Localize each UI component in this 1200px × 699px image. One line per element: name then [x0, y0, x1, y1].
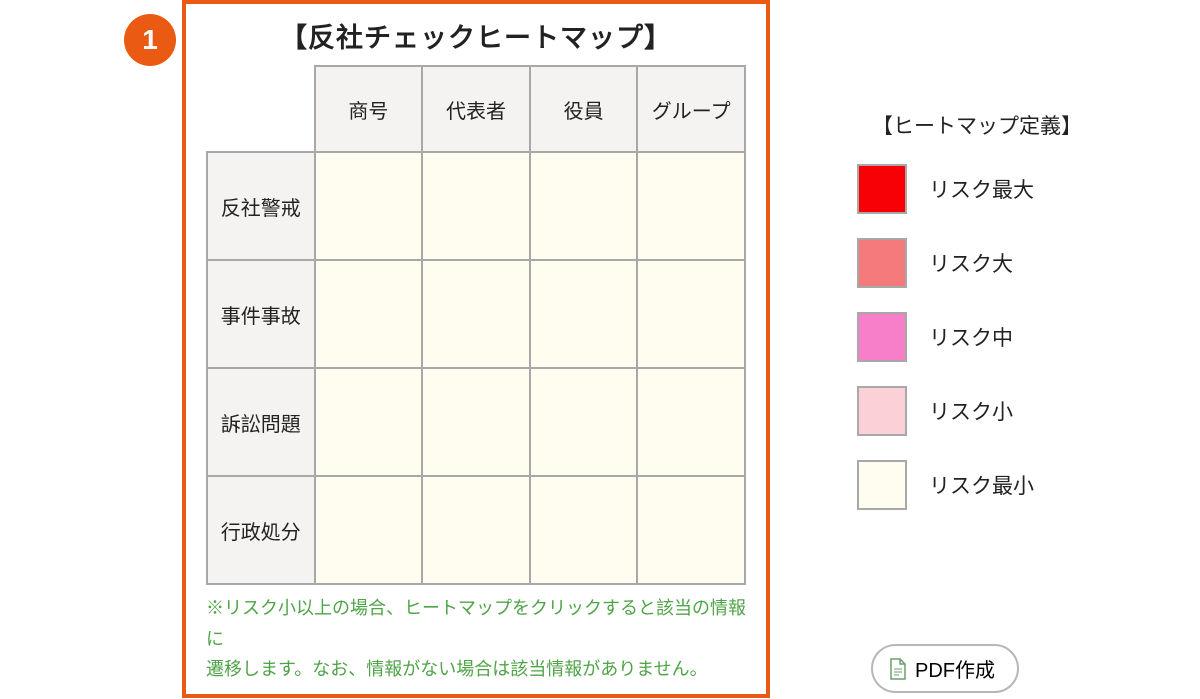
legend-item: リスク中	[847, 312, 1107, 362]
col-header: 商号	[315, 66, 423, 152]
col-header: グループ	[637, 66, 745, 152]
heatmap-cell[interactable]	[315, 476, 423, 584]
heatmap-cell[interactable]	[530, 476, 638, 584]
heatmap-corner	[207, 66, 315, 152]
stage: 1 【反社チェックヒートマップ】 商号 代表者 役員 グループ 反社警戒 事件事…	[0, 0, 1200, 699]
heatmap-title: 【反社チェックヒートマップ】	[206, 16, 746, 55]
heatmap-cell[interactable]	[637, 476, 745, 584]
pdf-button-label: PDF作成	[915, 654, 995, 683]
legend-swatch	[857, 386, 907, 436]
legend-item: リスク最大	[847, 164, 1107, 214]
heatmap-cell[interactable]	[530, 260, 638, 368]
heatmap-cell[interactable]	[315, 152, 423, 260]
legend-title: 【ヒートマップ定義】	[847, 110, 1107, 140]
heatmap-cell[interactable]	[422, 368, 530, 476]
row-header: 反社警戒	[207, 152, 315, 260]
heatmap-note: ※リスク小以上の場合、ヒートマップをクリックすると該当の情報に 遷移します。なお…	[206, 593, 746, 685]
legend-swatch	[857, 312, 907, 362]
heatmap-cell[interactable]	[422, 152, 530, 260]
heatmap-cell[interactable]	[530, 152, 638, 260]
legend-item: リスク小	[847, 386, 1107, 436]
legend-swatch	[857, 164, 907, 214]
legend-label: リスク最小	[929, 470, 1034, 500]
legend-panel: 【ヒートマップ定義】 リスク最大 リスク大 リスク中 リスク小 リスク最小	[847, 110, 1107, 534]
heatmap-panel: 【反社チェックヒートマップ】 商号 代表者 役員 グループ 反社警戒 事件事故	[182, 0, 770, 698]
heatmap-cell[interactable]	[422, 476, 530, 584]
legend-label: リスク最大	[929, 174, 1034, 204]
legend-label: リスク中	[929, 322, 1013, 352]
step-badge: 1	[124, 14, 176, 66]
heatmap-cell[interactable]	[315, 368, 423, 476]
note-line: 遷移します。なお、情報がない場合は該当情報がありません。	[206, 654, 746, 685]
heatmap-cell[interactable]	[637, 260, 745, 368]
row-header: 訴訟問題	[207, 368, 315, 476]
legend-item: リスク大	[847, 238, 1107, 288]
legend-label: リスク小	[929, 396, 1013, 426]
pdf-create-button[interactable]: PDF作成	[871, 644, 1019, 693]
step-number: 1	[142, 24, 158, 56]
col-header: 代表者	[422, 66, 530, 152]
heatmap-cell[interactable]	[530, 368, 638, 476]
legend-item: リスク最小	[847, 460, 1107, 510]
row-header: 事件事故	[207, 260, 315, 368]
legend-label: リスク大	[929, 248, 1013, 278]
heatmap-table: 商号 代表者 役員 グループ 反社警戒 事件事故 訴訟問題	[206, 65, 746, 585]
heatmap-cell[interactable]	[637, 368, 745, 476]
heatmap-cell[interactable]	[637, 152, 745, 260]
document-icon	[889, 658, 907, 680]
row-header: 行政処分	[207, 476, 315, 584]
legend-swatch	[857, 460, 907, 510]
heatmap-cell[interactable]	[422, 260, 530, 368]
col-header: 役員	[530, 66, 638, 152]
legend-swatch	[857, 238, 907, 288]
heatmap-cell[interactable]	[315, 260, 423, 368]
note-line: ※リスク小以上の場合、ヒートマップをクリックすると該当の情報に	[206, 593, 746, 654]
